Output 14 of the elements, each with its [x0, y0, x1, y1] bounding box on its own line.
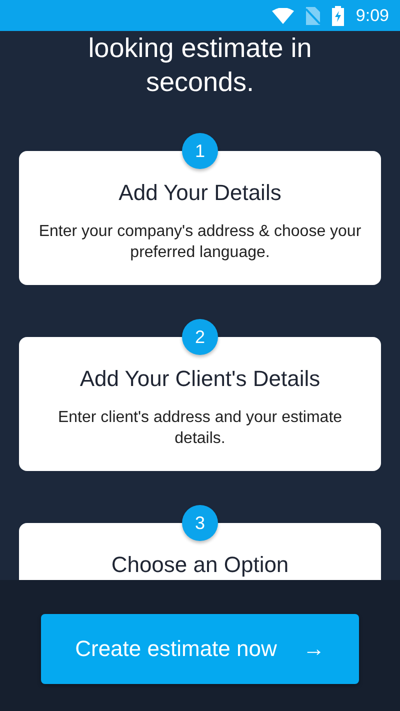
step-description: Enter your company's address & choose your preferred language.	[38, 222, 362, 263]
step-title: Add Your Details	[118, 179, 282, 207]
battery-icon	[332, 6, 344, 26]
step-title: Add Your Client's Details	[78, 365, 322, 393]
step-title: Choose an Option	[110, 551, 290, 579]
no-sim-icon	[306, 6, 320, 24]
create-estimate-button[interactable]: Create estimate now →	[41, 614, 359, 684]
step-number: 3	[182, 505, 218, 541]
step-number: 1	[182, 133, 218, 169]
step-description: Enter client's address and your estimate details.	[56, 408, 344, 449]
headline: looking estimate in seconds.	[87, 32, 313, 99]
status-time: 9:09	[356, 6, 389, 26]
wifi-icon	[272, 8, 294, 24]
step-number: 2	[182, 319, 218, 355]
